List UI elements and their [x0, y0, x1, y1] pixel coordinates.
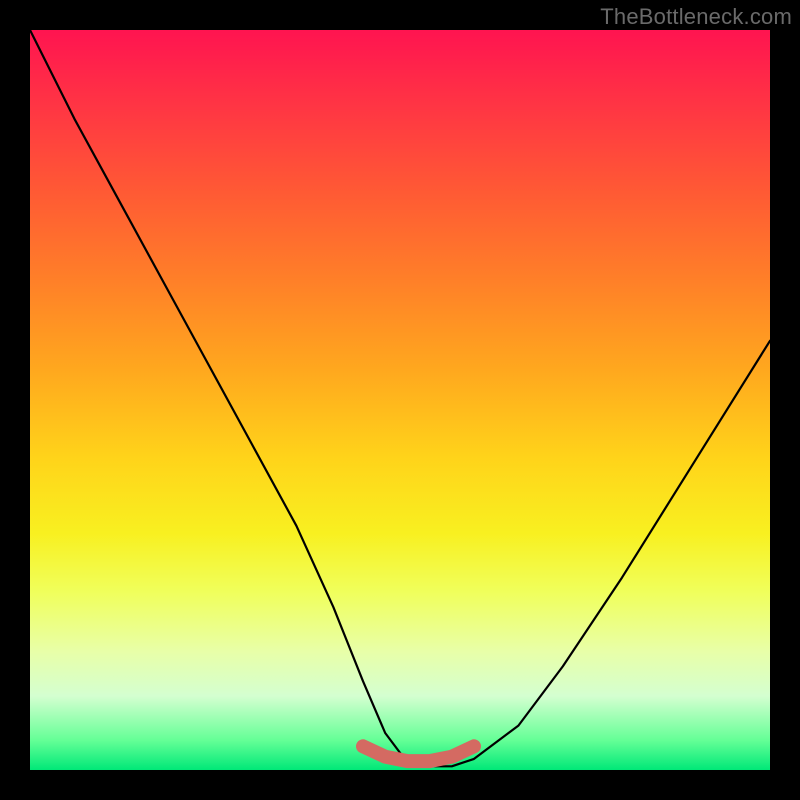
plot-area — [30, 30, 770, 770]
watermark-text: TheBottleneck.com — [600, 4, 792, 30]
bottleneck-curve — [30, 30, 770, 766]
optimal-range-highlight — [363, 746, 474, 761]
chart-frame: TheBottleneck.com — [0, 0, 800, 800]
chart-svg — [30, 30, 770, 770]
